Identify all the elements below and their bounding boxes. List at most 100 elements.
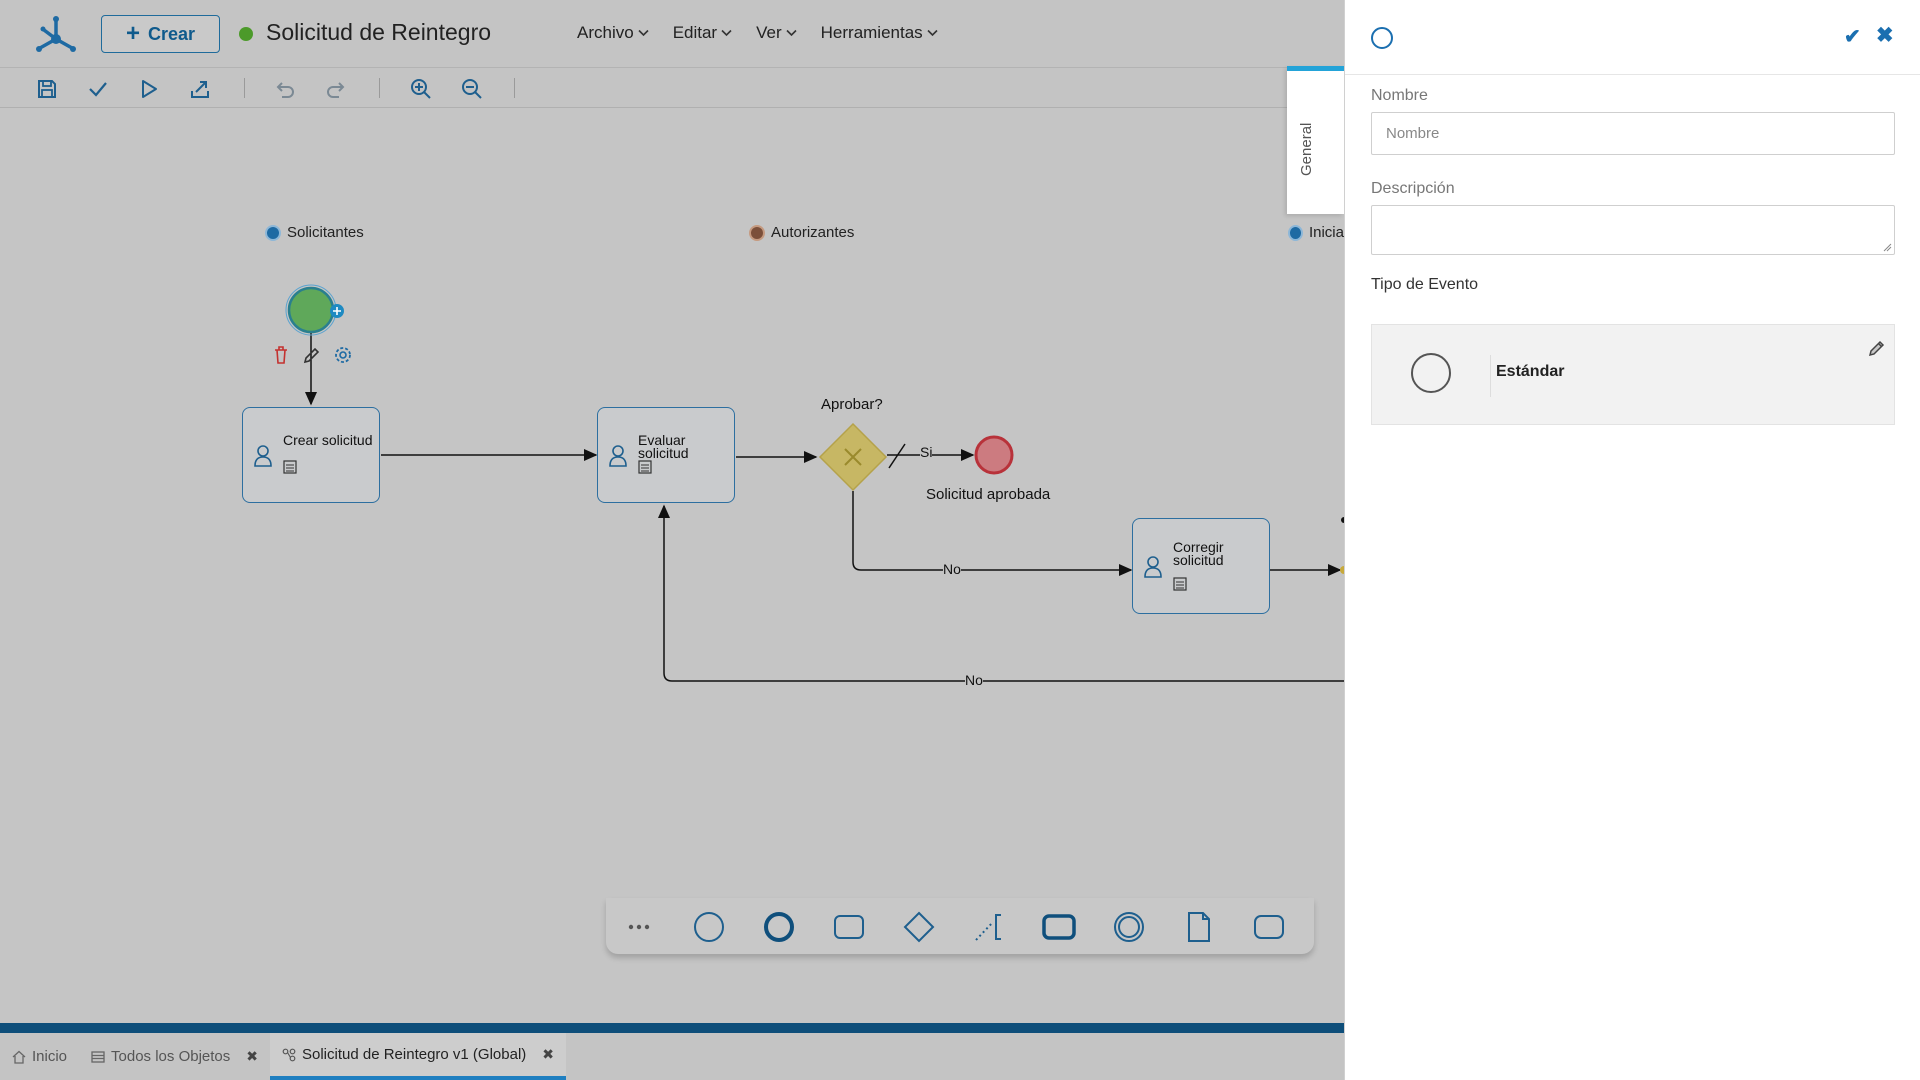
list-icon <box>91 1050 105 1063</box>
tab-todos-los-objetos[interactable]: Todos los Objetos ✖ <box>79 1033 270 1080</box>
flow-label-no: No <box>965 672 983 688</box>
menu-ver-label: Ver <box>756 23 782 42</box>
user-task-icon <box>609 445 627 467</box>
flow-label-si: Si <box>920 444 933 460</box>
group-icon[interactable] <box>1252 910 1286 944</box>
data-object-icon[interactable] <box>1182 910 1216 944</box>
redo-icon[interactable] <box>323 76 349 102</box>
more-icon[interactable] <box>622 910 656 944</box>
description-label: Descripción <box>1371 180 1455 197</box>
menu-editar[interactable]: Editar <box>673 23 732 43</box>
panel-header: ✔ ✖ <box>1345 0 1920 75</box>
gateway-label: Aprobar? <box>821 396 883 413</box>
tab-solicitud-de-reintegro[interactable]: Solicitud de Reintegro v1 (Global) ✖ <box>270 1033 567 1080</box>
end-event-icon[interactable] <box>974 435 1014 475</box>
edit-icon[interactable] <box>1868 339 1886 357</box>
lane-label: Solicitantes <box>287 224 364 241</box>
plus-icon: + <box>125 20 140 47</box>
task-label: Corregir solicitud <box>1173 539 1224 568</box>
play-icon[interactable] <box>136 76 162 102</box>
lane-label: Autorizantes <box>771 224 855 241</box>
chevron-down-icon <box>786 29 797 37</box>
close-tab-icon[interactable]: ✖ <box>542 1046 554 1063</box>
menu-archivo[interactable]: Archivo <box>577 23 649 43</box>
event-type-label: Tipo de Evento <box>1371 276 1479 293</box>
menu-herramientas-label: Herramientas <box>820 23 923 42</box>
export-icon[interactable] <box>187 76 213 102</box>
start-event-icon[interactable] <box>287 286 335 334</box>
close-tab-icon[interactable]: ✖ <box>246 1048 258 1065</box>
bottom-tabs: Inicio Todos los Objetos ✖ Solicitud de … <box>0 1033 1344 1080</box>
start-event-icon <box>1371 27 1393 49</box>
settings-icon[interactable] <box>333 345 353 365</box>
role-icon <box>265 224 281 241</box>
user-avatar-icon <box>749 224 765 241</box>
home-icon <box>12 1050 26 1064</box>
toolbar-divider <box>379 78 380 98</box>
role-icon <box>1288 224 1303 241</box>
form-icon <box>1173 577 1187 591</box>
properties-panel: ✔ ✖ Nombre Descripción Tipo de Evento Es… <box>1344 0 1920 1080</box>
event-type-card[interactable]: Estándar <box>1371 324 1895 425</box>
close-icon[interactable]: ✖ <box>1876 23 1894 48</box>
chevron-down-icon <box>927 29 938 37</box>
menu-herramientas[interactable]: Herramientas <box>821 23 938 43</box>
delete-icon[interactable] <box>272 345 290 365</box>
side-tab-label: General <box>1298 122 1315 176</box>
gateway-icon[interactable] <box>902 910 936 944</box>
form-icon <box>283 460 297 474</box>
toolbar-divider <box>244 78 245 98</box>
menu-ver[interactable]: Ver <box>756 23 797 43</box>
zoom-in-icon[interactable] <box>408 76 434 102</box>
main-menu: Archivo Editar Ver Herramientas <box>577 23 938 43</box>
task-label: Evaluar solicitud <box>638 432 689 461</box>
flow-label-no: No <box>943 561 961 577</box>
name-label: Nombre <box>1371 87 1428 104</box>
description-textarea[interactable] <box>1371 205 1895 255</box>
lane-label: Inicia <box>1308 224 1344 241</box>
task-label: Crear solicitud <box>283 432 373 448</box>
zoom-out-icon[interactable] <box>459 76 485 102</box>
document-title: Solicitud de Reintegro <box>266 19 492 45</box>
lane-inicia[interactable]: Inicia <box>1288 224 1344 241</box>
lane-solicitantes[interactable]: Solicitantes <box>265 224 364 241</box>
divider <box>1490 355 1491 397</box>
name-input[interactable] <box>1371 112 1895 155</box>
annotation-icon[interactable] <box>972 910 1006 944</box>
progress-strip <box>0 1023 1344 1033</box>
task-evaluar-solicitud[interactable]: Evaluar solicitud <box>597 407 735 503</box>
status-indicator <box>239 27 253 41</box>
check-icon[interactable] <box>85 76 111 102</box>
user-task-icon <box>254 445 272 467</box>
resize-handle-icon[interactable] <box>1883 243 1892 252</box>
menu-editar-label: Editar <box>672 23 718 42</box>
tab-inicio[interactable]: Inicio <box>0 1033 79 1080</box>
standard-event-icon <box>1411 353 1451 393</box>
confirm-icon[interactable]: ✔ <box>1844 24 1861 49</box>
side-tab-general[interactable]: General <box>1287 66 1344 214</box>
task-crear-solicitud[interactable]: Crear solicitud <box>242 407 380 503</box>
form-icon <box>638 460 652 474</box>
chevron-down-icon <box>721 29 732 37</box>
end-event-icon[interactable] <box>762 910 796 944</box>
shape-palette <box>606 898 1314 954</box>
intermediate-event-icon[interactable] <box>1112 910 1146 944</box>
tab-label: Solicitud de Reintegro v1 (Global) <box>302 1046 527 1063</box>
process-icon <box>282 1048 296 1061</box>
app-logo-icon[interactable] <box>34 12 78 56</box>
task-corregir-solicitud[interactable]: Corregir solicitud <box>1132 518 1270 614</box>
edit-icon[interactable] <box>302 345 320 365</box>
create-button-label: Crear <box>147 23 196 44</box>
task-icon[interactable] <box>832 910 866 944</box>
event-type-value: Estándar <box>1496 363 1565 380</box>
chevron-down-icon <box>638 29 649 37</box>
subprocess-icon[interactable] <box>1042 910 1076 944</box>
undo-icon[interactable] <box>272 76 298 102</box>
end-event-label: Solicitud aprobada <box>926 486 1051 503</box>
save-icon[interactable] <box>34 76 60 102</box>
create-button[interactable]: + Crear <box>101 15 220 53</box>
start-event-icon[interactable] <box>692 910 726 944</box>
menu-archivo-label: Archivo <box>577 23 634 42</box>
user-task-icon <box>1144 556 1162 578</box>
lane-autorizantes[interactable]: Autorizantes <box>749 224 854 241</box>
